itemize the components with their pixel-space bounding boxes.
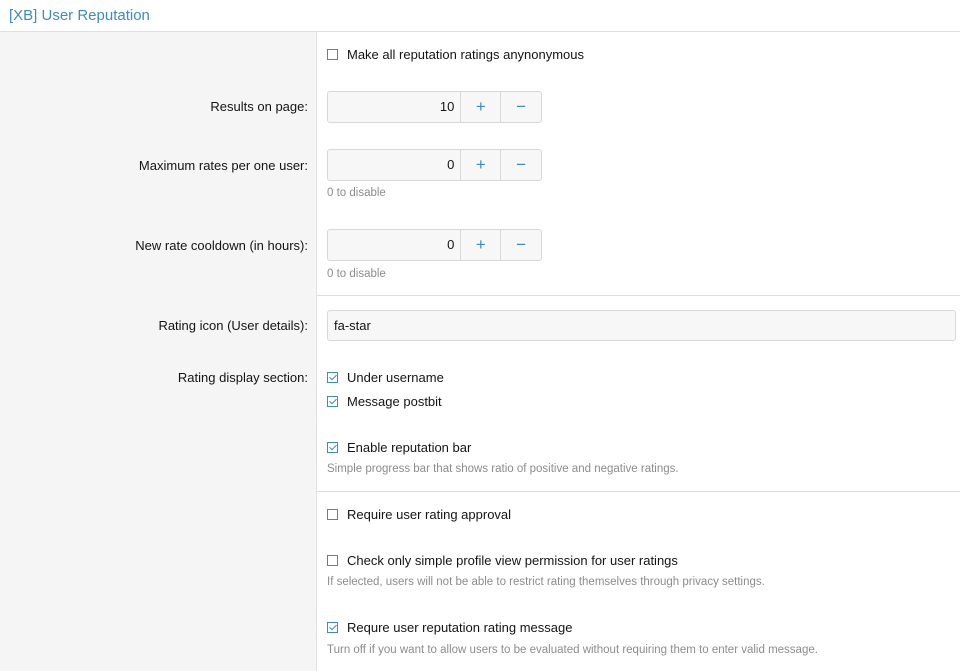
checkbox-icon[interactable] [327, 49, 338, 60]
max-rates-label: Maximum rates per one user: [138, 158, 308, 173]
page-title: [XB] User Reputation [9, 7, 150, 24]
simple-profile-checkbox[interactable]: Check only simple profile view permissio… [327, 553, 678, 568]
reputation-bar-hint: Simple progress bar that shows ratio of … [327, 463, 679, 475]
rating-icon-input[interactable]: fa-star [327, 310, 956, 341]
results-on-page-stepper[interactable]: 10 + − [327, 91, 542, 123]
increment-button[interactable]: + [461, 150, 502, 180]
reputation-bar-checkbox[interactable]: Enable reputation bar [327, 440, 471, 455]
checkbox-checked-icon[interactable] [327, 372, 338, 383]
checkbox-icon[interactable] [327, 555, 338, 566]
decrement-button[interactable]: − [501, 150, 541, 180]
max-rates-stepper[interactable]: 0 + − [327, 149, 542, 181]
simple-profile-label: Check only simple profile view permissio… [347, 553, 678, 568]
display-section-label: Rating display section: [177, 370, 308, 385]
checkbox-checked-icon[interactable] [327, 396, 338, 407]
checkbox-icon[interactable] [327, 509, 338, 520]
max-rates-input[interactable]: 0 [328, 150, 462, 180]
require-message-label: Requre user reputation rating message [347, 620, 573, 635]
message-postbit-label: Message postbit [347, 394, 442, 409]
cooldown-input[interactable]: 0 [328, 230, 462, 260]
section-divider [317, 295, 960, 296]
rating-icon-label: Rating icon (User details): [158, 318, 308, 333]
increment-button[interactable]: + [461, 92, 502, 122]
decrement-button[interactable]: − [501, 230, 541, 260]
cooldown-label: New rate cooldown (in hours): [135, 238, 308, 253]
message-postbit-checkbox[interactable]: Message postbit [327, 394, 442, 409]
under-username-label: Under username [347, 370, 444, 385]
results-on-page-input[interactable]: 10 [328, 92, 462, 122]
max-rates-hint: 0 to disable [327, 187, 386, 199]
cooldown-hint: 0 to disable [327, 268, 386, 280]
simple-profile-hint: If selected, users will not be able to r… [327, 576, 765, 588]
checkbox-checked-icon[interactable] [327, 442, 338, 453]
page-header: [XB] User Reputation [0, 0, 960, 32]
reputation-bar-label: Enable reputation bar [347, 440, 472, 455]
increment-button[interactable]: + [461, 230, 502, 260]
section-divider [317, 491, 960, 492]
require-approval-label: Require user rating approval [347, 507, 512, 522]
cooldown-stepper[interactable]: 0 + − [327, 229, 542, 261]
require-message-hint: Turn off if you want to allow users to b… [327, 644, 818, 656]
under-username-checkbox[interactable]: Under username [327, 370, 444, 385]
anonymous-ratings-checkbox[interactable]: Make all reputation ratings anynonymous [327, 47, 584, 62]
checkbox-checked-icon[interactable] [327, 622, 338, 633]
results-on-page-label: Results on page: [210, 99, 308, 114]
decrement-button[interactable]: − [501, 92, 541, 122]
label-column [0, 32, 317, 671]
anonymous-ratings-label: Make all reputation ratings anynonymous [347, 47, 585, 62]
require-approval-checkbox[interactable]: Require user rating approval [327, 507, 511, 522]
require-message-checkbox[interactable]: Requre user reputation rating message [327, 620, 572, 635]
